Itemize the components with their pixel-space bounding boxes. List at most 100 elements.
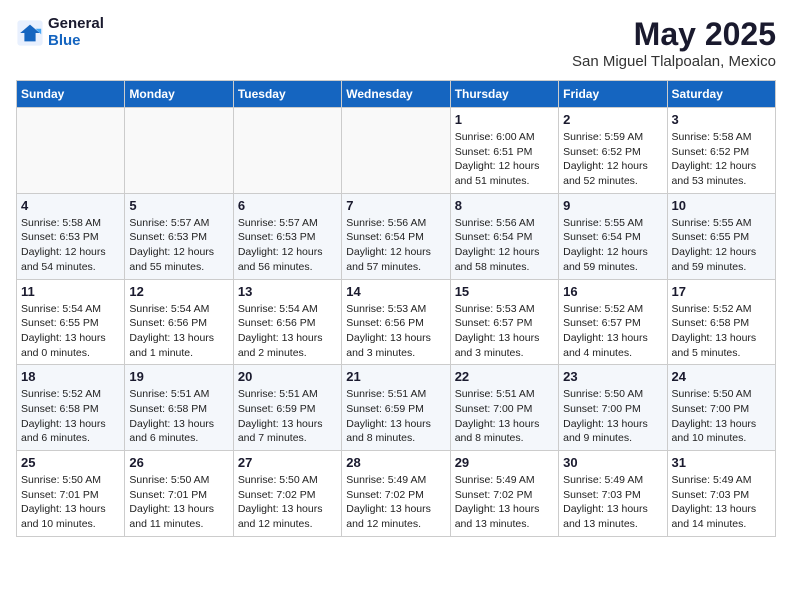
cell-day-number: 20 [238, 369, 337, 384]
calendar-cell: 22Sunrise: 5:51 AMSunset: 7:00 PMDayligh… [450, 365, 558, 451]
cell-day-number: 11 [21, 284, 120, 299]
cell-info: Sunrise: 5:50 AMSunset: 7:00 PMDaylight:… [672, 387, 771, 446]
cell-day-number: 26 [129, 455, 228, 470]
cell-info: Sunrise: 5:52 AMSunset: 6:57 PMDaylight:… [563, 302, 662, 361]
cell-info: Sunrise: 5:51 AMSunset: 6:59 PMDaylight:… [346, 387, 445, 446]
calendar-cell: 24 Sunrise: 5:50 AMSunset: 7:00 PMDayligh… [667, 365, 775, 451]
calendar-cell: 1Sunrise: 6:00 AMSunset: 6:51 PMDaylight… [450, 108, 558, 194]
cell-info: Sunrise: 5:58 AMSunset: 6:52 PMDaylight:… [672, 130, 771, 189]
calendar-cell: 23 Sunrise: 5:50 AMSunset: 7:00 PMDayligh… [559, 365, 667, 451]
cell-day-number: 19 [129, 369, 228, 384]
cell-day-number: 27 [238, 455, 337, 470]
cell-info: Sunrise: 5:52 AMSunset: 6:58 PMDaylight:… [21, 387, 120, 446]
day-header-friday: Friday [559, 81, 667, 108]
logo-icon [16, 19, 44, 47]
calendar-cell: 27 Sunrise: 5:50 AMSunset: 7:02 PMDayligh… [233, 451, 341, 537]
cell-day-number: 23 [563, 369, 662, 384]
cell-day-number: 21 [346, 369, 445, 384]
logo-general-text: General [48, 16, 104, 33]
calendar-table: SundayMondayTuesdayWednesdayThursdayFrid… [16, 80, 776, 537]
calendar-cell: 26 Sunrise: 5:50 AMSunset: 7:01 PMDayligh… [125, 451, 233, 537]
cell-day-number: 12 [129, 284, 228, 299]
cell-info: Sunrise: 5:51 AMSunset: 7:00 PMDaylight:… [455, 387, 554, 446]
logo-text: General Blue [48, 16, 104, 49]
calendar-cell: 25Sunrise: 5:50 AMSunset: 7:01 PMDayligh… [17, 451, 125, 537]
cell-info: Sunrise: 5:56 AMSunset: 6:54 PMDaylight:… [455, 216, 554, 275]
days-header-row: SundayMondayTuesdayWednesdayThursdayFrid… [17, 81, 776, 108]
calendar-cell: 14 Sunrise: 5:53 AMSunset: 6:56 PMDayligh… [342, 279, 450, 365]
calendar-week-1: 1Sunrise: 6:00 AMSunset: 6:51 PMDaylight… [17, 108, 776, 194]
cell-info: Sunrise: 5:58 AMSunset: 6:53 PMDaylight:… [21, 216, 120, 275]
cell-info: Sunrise: 5:56 AMSunset: 6:54 PMDaylight:… [346, 216, 445, 275]
cell-info: Sunrise: 5:49 AMSunset: 7:02 PMDaylight:… [346, 473, 445, 532]
cell-day-number: 6 [238, 198, 337, 213]
calendar-cell: 15Sunrise: 5:53 AMSunset: 6:57 PMDayligh… [450, 279, 558, 365]
cell-info: Sunrise: 5:51 AMSunset: 6:58 PMDaylight:… [129, 387, 228, 446]
cell-info: Sunrise: 5:49 AMSunset: 7:03 PMDaylight:… [563, 473, 662, 532]
calendar-cell [233, 108, 341, 194]
cell-info: Sunrise: 5:50 AMSunset: 7:00 PMDaylight:… [563, 387, 662, 446]
cell-info: Sunrise: 5:57 AMSunset: 6:53 PMDaylight:… [129, 216, 228, 275]
cell-info: Sunrise: 5:54 AMSunset: 6:56 PMDaylight:… [129, 302, 228, 361]
month-title: May 2025 [572, 16, 776, 53]
calendar-cell: 21 Sunrise: 5:51 AMSunset: 6:59 PMDayligh… [342, 365, 450, 451]
cell-day-number: 10 [672, 198, 771, 213]
logo: General Blue [16, 16, 104, 49]
cell-day-number: 4 [21, 198, 120, 213]
cell-info: Sunrise: 6:00 AMSunset: 6:51 PMDaylight:… [455, 130, 554, 189]
cell-day-number: 28 [346, 455, 445, 470]
cell-day-number: 30 [563, 455, 662, 470]
calendar-cell: 19 Sunrise: 5:51 AMSunset: 6:58 PMDayligh… [125, 365, 233, 451]
cell-info: Sunrise: 5:53 AMSunset: 6:56 PMDaylight:… [346, 302, 445, 361]
calendar-cell: 4 Sunrise: 5:58 AMSunset: 6:53 PMDaylight… [17, 193, 125, 279]
cell-day-number: 18 [21, 369, 120, 384]
cell-info: Sunrise: 5:51 AMSunset: 6:59 PMDaylight:… [238, 387, 337, 446]
calendar-week-3: 11Sunrise: 5:54 AMSunset: 6:55 PMDayligh… [17, 279, 776, 365]
calendar-cell [17, 108, 125, 194]
cell-day-number: 17 [672, 284, 771, 299]
calendar-cell: 30 Sunrise: 5:49 AMSunset: 7:03 PMDayligh… [559, 451, 667, 537]
cell-info: Sunrise: 5:55 AMSunset: 6:54 PMDaylight:… [563, 216, 662, 275]
calendar-cell: 9Sunrise: 5:55 AMSunset: 6:54 PMDaylight… [559, 193, 667, 279]
calendar-cell: 10 Sunrise: 5:55 AMSunset: 6:55 PMDayligh… [667, 193, 775, 279]
title-block: May 2025 San Miguel Tlalpoalan, Mexico [572, 16, 776, 70]
cell-day-number: 14 [346, 284, 445, 299]
location-title: San Miguel Tlalpoalan, Mexico [572, 53, 776, 70]
calendar-cell: 11Sunrise: 5:54 AMSunset: 6:55 PMDayligh… [17, 279, 125, 365]
cell-day-number: 29 [455, 455, 554, 470]
cell-info: Sunrise: 5:52 AMSunset: 6:58 PMDaylight:… [672, 302, 771, 361]
calendar-cell: 31Sunrise: 5:49 AMSunset: 7:03 PMDayligh… [667, 451, 775, 537]
cell-day-number: 15 [455, 284, 554, 299]
cell-info: Sunrise: 5:49 AMSunset: 7:03 PMDaylight:… [672, 473, 771, 532]
cell-day-number: 8 [455, 198, 554, 213]
calendar-cell: 5Sunrise: 5:57 AMSunset: 6:53 PMDaylight… [125, 193, 233, 279]
day-header-saturday: Saturday [667, 81, 775, 108]
calendar-cell: 3 Sunrise: 5:58 AMSunset: 6:52 PMDaylight… [667, 108, 775, 194]
cell-info: Sunrise: 5:57 AMSunset: 6:53 PMDaylight:… [238, 216, 337, 275]
calendar-cell [342, 108, 450, 194]
cell-day-number: 24 [672, 369, 771, 384]
cell-day-number: 3 [672, 112, 771, 127]
cell-info: Sunrise: 5:55 AMSunset: 6:55 PMDaylight:… [672, 216, 771, 275]
calendar-cell: 20 Sunrise: 5:51 AMSunset: 6:59 PMDayligh… [233, 365, 341, 451]
cell-info: Sunrise: 5:50 AMSunset: 7:01 PMDaylight:… [21, 473, 120, 532]
cell-day-number: 16 [563, 284, 662, 299]
cell-info: Sunrise: 5:54 AMSunset: 6:56 PMDaylight:… [238, 302, 337, 361]
cell-info: Sunrise: 5:49 AMSunset: 7:02 PMDaylight:… [455, 473, 554, 532]
calendar-cell: 16 Sunrise: 5:52 AMSunset: 6:57 PMDayligh… [559, 279, 667, 365]
calendar-cell: 29 Sunrise: 5:49 AMSunset: 7:02 PMDayligh… [450, 451, 558, 537]
calendar-cell: 12 Sunrise: 5:54 AMSunset: 6:56 PMDayligh… [125, 279, 233, 365]
calendar-cell: 8 Sunrise: 5:56 AMSunset: 6:54 PMDaylight… [450, 193, 558, 279]
calendar-week-2: 4 Sunrise: 5:58 AMSunset: 6:53 PMDaylight… [17, 193, 776, 279]
calendar-cell: 2 Sunrise: 5:59 AMSunset: 6:52 PMDaylight… [559, 108, 667, 194]
calendar-week-5: 25Sunrise: 5:50 AMSunset: 7:01 PMDayligh… [17, 451, 776, 537]
day-header-tuesday: Tuesday [233, 81, 341, 108]
page-header: General Blue May 2025 San Miguel Tlalpoa… [16, 16, 776, 70]
calendar-cell: 17 Sunrise: 5:52 AMSunset: 6:58 PMDayligh… [667, 279, 775, 365]
calendar-cell: 18 Sunrise: 5:52 AMSunset: 6:58 PMDayligh… [17, 365, 125, 451]
calendar-cell: 6 Sunrise: 5:57 AMSunset: 6:53 PMDaylight… [233, 193, 341, 279]
cell-day-number: 2 [563, 112, 662, 127]
cell-info: Sunrise: 5:50 AMSunset: 7:02 PMDaylight:… [238, 473, 337, 532]
cell-info: Sunrise: 5:59 AMSunset: 6:52 PMDaylight:… [563, 130, 662, 189]
cell-info: Sunrise: 5:50 AMSunset: 7:01 PMDaylight:… [129, 473, 228, 532]
